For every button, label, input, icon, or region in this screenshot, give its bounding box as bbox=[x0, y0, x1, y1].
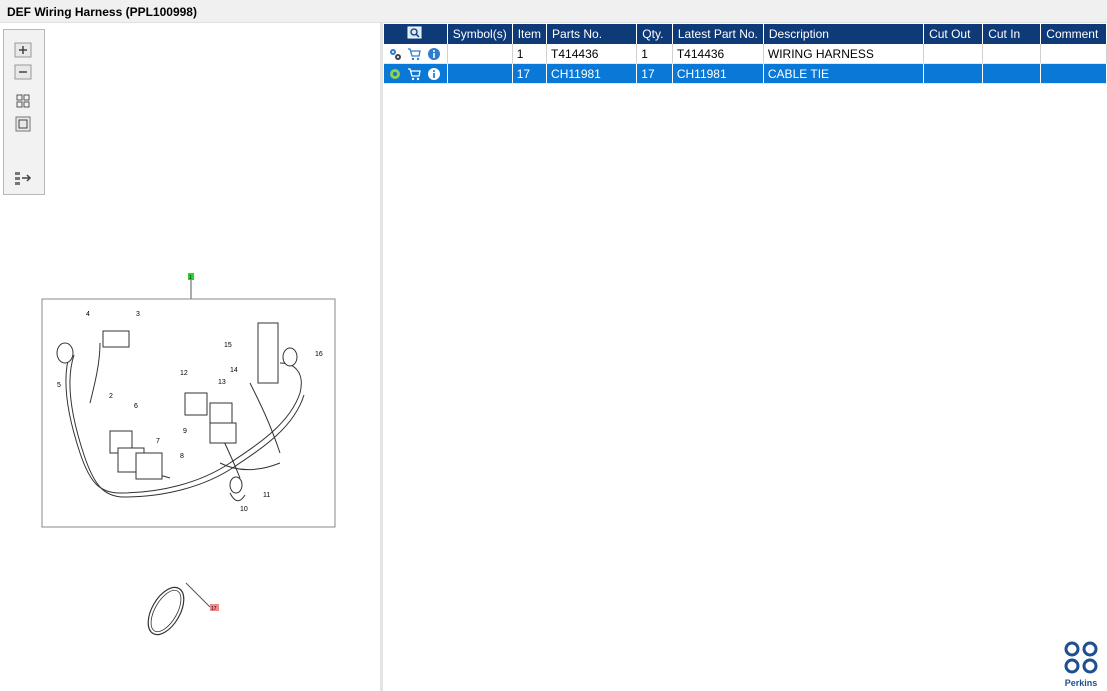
info-icon[interactable] bbox=[427, 67, 441, 81]
table-row[interactable]: 17 CH11981 17 CH11981 CABLE TIE bbox=[384, 63, 1107, 84]
harness-diagram: 1 4 3 5 2 6 7 8 9 10 11 12 13 14 15 16 1… bbox=[41, 273, 336, 636]
cell-cut-out bbox=[923, 44, 984, 64]
cell-symbols bbox=[447, 63, 513, 84]
cell-comment bbox=[1040, 63, 1107, 84]
callout-2: 2 bbox=[109, 393, 113, 400]
perkins-logo: Perkins bbox=[1059, 641, 1103, 689]
info-icon[interactable] bbox=[427, 47, 441, 61]
callout-16: 16 bbox=[315, 351, 323, 358]
title-bar: DEF Wiring Harness (PPL100998) bbox=[0, 0, 1107, 23]
perkins-logo-mark bbox=[1064, 641, 1098, 674]
callout-4: 4 bbox=[86, 311, 90, 318]
column-header-cut-out[interactable]: Cut Out bbox=[923, 24, 984, 44]
callout-10: 10 bbox=[240, 506, 248, 513]
fit-all-button[interactable] bbox=[14, 93, 32, 109]
perkins-logo-text: Perkins bbox=[1064, 678, 1098, 688]
callout-3: 3 bbox=[136, 311, 140, 318]
parts-table: Symbol(s) Item Parts No. Qty. Latest Par… bbox=[384, 24, 1107, 84]
column-header-search[interactable] bbox=[384, 24, 448, 44]
window-title: DEF Wiring Harness (PPL100998) bbox=[7, 5, 197, 19]
cart-icon[interactable] bbox=[407, 47, 422, 61]
diagram-pane[interactable]: 1 4 3 5 2 6 7 8 9 10 11 12 13 14 15 16 1… bbox=[0, 23, 380, 691]
cell-cut-in bbox=[982, 63, 1042, 84]
zoom-out-button[interactable] bbox=[14, 64, 32, 80]
column-header-qty[interactable]: Qty. bbox=[636, 24, 673, 44]
cell-cut-in bbox=[982, 44, 1042, 64]
callout-14: 14 bbox=[230, 367, 238, 374]
callout-8: 8 bbox=[180, 453, 184, 460]
callout-12: 12 bbox=[180, 370, 188, 377]
cell-latest-part-no: CH11981 bbox=[672, 63, 764, 84]
column-header-parts-no[interactable]: Parts No. bbox=[546, 24, 638, 44]
cable-tie-drawing bbox=[147, 586, 185, 636]
callout-6: 6 bbox=[134, 403, 138, 410]
table-header: Symbol(s) Item Parts No. Qty. Latest Par… bbox=[384, 24, 1107, 44]
cell-item: 17 bbox=[512, 63, 548, 84]
actual-size-button[interactable] bbox=[14, 116, 32, 132]
cell-symbols bbox=[447, 44, 513, 64]
cell-qty: 17 bbox=[636, 63, 673, 84]
row-actions bbox=[384, 63, 448, 84]
column-header-latest-part-no[interactable]: Latest Part No. bbox=[672, 24, 764, 44]
callout-15: 15 bbox=[224, 342, 232, 349]
cell-cut-out bbox=[923, 63, 984, 84]
callout-9: 9 bbox=[183, 428, 187, 435]
cell-parts-no: CH11981 bbox=[546, 63, 638, 84]
cell-parts-no: T414436 bbox=[546, 44, 638, 64]
callout-17: 17 bbox=[211, 606, 217, 612]
callout-5: 5 bbox=[57, 382, 61, 389]
zoom-in-button[interactable] bbox=[14, 42, 32, 58]
export-button[interactable] bbox=[14, 170, 32, 186]
column-header-comment[interactable]: Comment bbox=[1040, 24, 1107, 44]
gear-icon[interactable] bbox=[388, 67, 402, 81]
row-actions bbox=[384, 44, 448, 64]
cell-description: WIRING HARNESS bbox=[763, 44, 925, 64]
cell-comment bbox=[1040, 44, 1107, 64]
callout-11: 11 bbox=[263, 492, 270, 499]
gears-icon[interactable] bbox=[388, 47, 402, 61]
search-icon[interactable] bbox=[407, 26, 423, 40]
table-row[interactable]: 1 T414436 1 T414436 WIRING HARNESS bbox=[384, 44, 1107, 64]
cell-latest-part-no: T414436 bbox=[672, 44, 764, 64]
callout-13: 13 bbox=[218, 379, 226, 386]
cell-qty: 1 bbox=[636, 44, 673, 64]
column-header-symbols[interactable]: Symbol(s) bbox=[447, 24, 513, 44]
diagram-toolbar bbox=[3, 29, 45, 195]
column-header-description[interactable]: Description bbox=[763, 24, 925, 44]
column-header-item[interactable]: Item bbox=[512, 24, 548, 44]
callout-7: 7 bbox=[156, 438, 160, 445]
cell-description: CABLE TIE bbox=[763, 63, 925, 84]
parts-pane: Symbol(s) Item Parts No. Qty. Latest Par… bbox=[383, 23, 1107, 691]
column-header-cut-in[interactable]: Cut In bbox=[982, 24, 1042, 44]
cart-icon[interactable] bbox=[407, 67, 422, 81]
cell-item: 1 bbox=[512, 44, 548, 64]
